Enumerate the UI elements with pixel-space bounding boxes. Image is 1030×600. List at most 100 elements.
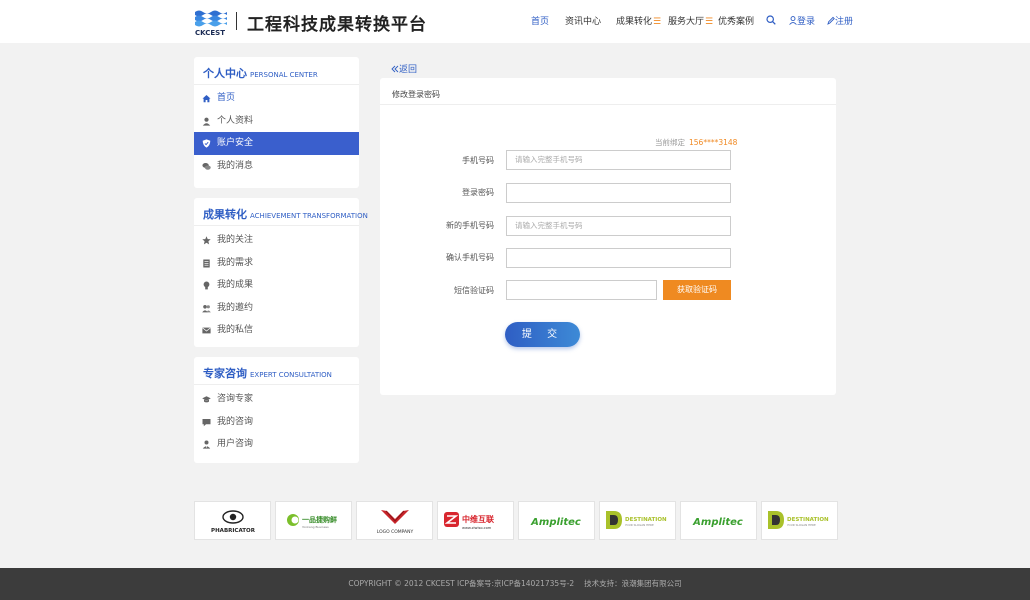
sidebar-item-my-consultations[interactable]: 我的咨询: [194, 411, 359, 434]
partner-name: LOGO COMPANY: [377, 529, 414, 535]
submit-button[interactable]: 提 交: [505, 322, 580, 347]
sidebar-item-label: 我的邀约: [217, 302, 254, 313]
phone-input[interactable]: 请输入完整手机号码: [506, 150, 731, 170]
bound-phone-info: 当前绑定 156****3148: [655, 137, 737, 148]
partner-sub: YOUR SLOGAN HERE: [787, 523, 816, 527]
nav-service-label: 服务大厅: [668, 17, 705, 27]
bound-phone: 156****3148: [689, 138, 738, 147]
login-link[interactable]: 登录: [789, 14, 815, 27]
partner-sub: Yonkang Business: [302, 525, 329, 529]
register-link[interactable]: 注册: [827, 14, 853, 27]
register-label: 注册: [835, 17, 854, 27]
achievement-card: 成果转化 ACHIEVEMENT TRANSFORMATION 我的关注 我的需求…: [194, 198, 368, 347]
search-icon[interactable]: [766, 15, 776, 25]
sidebar-item-label: 个人资料: [217, 115, 254, 126]
section-subtitle: PERSONAL CENTER: [250, 71, 318, 79]
sidebar-item-private-messages[interactable]: 我的私信: [194, 319, 359, 342]
user-icon: [789, 16, 797, 25]
partner-sub: YOUR SLOGAN HERE: [625, 523, 654, 527]
personal-center-card: 个人中心 PERSONAL CENTER 首页 个人资料 账户安全 我的消息: [194, 57, 359, 188]
partner-logo-amplitec-2[interactable]: Amplitec: [680, 501, 757, 540]
star-icon: [202, 236, 211, 245]
copyright-text: COPYRIGHT © 2012 CKCEST ICP备案号:京ICP备1402…: [348, 579, 575, 588]
sidebar-item-account-security[interactable]: 账户安全: [194, 132, 359, 155]
section-subtitle: EXPERT CONSULTATION: [250, 371, 332, 379]
sidebar-item-label: 首页: [217, 93, 236, 103]
nav-cases[interactable]: 优秀案例: [718, 14, 754, 27]
home-icon: [202, 95, 211, 103]
site-header: CKCEST 工程科技成果转换平台 首页 资讯中心 成果转化☰ 服务大厅☰ 优秀…: [0, 0, 1030, 43]
partner-logo-yipinjie[interactable]: 一品捷购鲜 Yonkang Business: [275, 501, 352, 540]
section-title: 个人中心: [203, 67, 247, 80]
sidebar-item-consult-expert[interactable]: 咨询专家: [194, 388, 359, 411]
expert-consultation-header: 专家咨询 EXPERT CONSULTATION: [194, 357, 359, 385]
new-phone-label: 新的手机号码: [446, 221, 494, 230]
nav-achievement[interactable]: 成果转化☰: [616, 14, 661, 27]
sidebar-item-label: 我的私信: [217, 325, 254, 335]
partner-logo-amplitec[interactable]: Amplitec: [518, 501, 595, 540]
partner-name: 中维互联: [462, 514, 494, 524]
partner-logo-phabricator[interactable]: PHABRICATOR: [194, 501, 271, 540]
sidebar-item-messages[interactable]: 我的消息: [194, 155, 359, 178]
confirm-phone-input[interactable]: [506, 248, 731, 268]
partner-logo-zhongwei[interactable]: 中维互联 www.ziwiso.com: [437, 501, 514, 540]
pencil-icon: [827, 16, 835, 25]
sidebar-item-follows[interactable]: 我的关注: [194, 229, 359, 252]
sidebar-item-label: 我的咨询: [217, 416, 254, 427]
double-chevron-left-icon: [391, 65, 399, 73]
personal-center-header: 个人中心 PERSONAL CENTER: [194, 57, 359, 85]
menu-icon: ☰: [705, 17, 714, 27]
achievement-header: 成果转化 ACHIEVEMENT TRANSFORMATION: [194, 198, 368, 226]
new-phone-input[interactable]: 请输入完整手机号码: [506, 216, 731, 236]
tech-support-text: 技术支持：浪潮集团有限公司: [584, 579, 682, 588]
partner-name: Amplitec: [530, 517, 581, 528]
sidebar-item-label: 咨询专家: [217, 394, 254, 404]
password-input[interactable]: [506, 183, 731, 203]
section-title: 专家咨询: [203, 367, 247, 380]
user-icon: [202, 117, 211, 126]
nav-home[interactable]: 首页: [531, 14, 549, 27]
panel-title: 修改登录密码: [380, 78, 836, 105]
sms-code-label: 短信验证码: [454, 286, 494, 295]
back-link[interactable]: 返回: [391, 62, 417, 75]
partner-logo-logo-company[interactable]: LOGO COMPANY: [356, 501, 433, 540]
nav-service[interactable]: 服务大厅☰: [668, 14, 713, 27]
partner-logo-destination-2[interactable]: DESTINATION YOUR SLOGAN HERE: [761, 501, 838, 540]
sidebar-item-home[interactable]: 首页: [194, 87, 359, 110]
sidebar-item-profile[interactable]: 个人资料: [194, 110, 359, 133]
partner-name: 一品捷购鲜: [302, 515, 337, 524]
comment-icon: [202, 418, 211, 426]
login-label: 登录: [797, 17, 816, 27]
bulb-icon: [203, 281, 210, 290]
main-nav: 首页 资讯中心 成果转化☰ 服务大厅☰ 优秀案例 登录 注册: [0, 14, 1030, 28]
sidebar-item-label: 我的成果: [217, 280, 254, 290]
users-icon: [202, 304, 211, 312]
password-label: 登录密码: [462, 188, 494, 197]
sidebar-item-invitations[interactable]: 我的邀约: [194, 297, 359, 320]
section-title: 成果转化: [203, 208, 247, 221]
sidebar-item-demands[interactable]: 我的需求: [194, 252, 359, 275]
sidebar-item-label: 我的需求: [217, 257, 254, 268]
document-icon: [203, 259, 210, 267]
nav-news[interactable]: 资讯中心: [565, 14, 601, 27]
sidebar-item-achievements[interactable]: 我的成果: [194, 274, 359, 297]
partner-sub: www.ziwiso.com: [462, 526, 492, 530]
mail-icon: [202, 327, 211, 334]
section-subtitle: ACHIEVEMENT TRANSFORMATION: [250, 212, 368, 220]
back-label: 返回: [399, 65, 418, 75]
sidebar-item-label: 账户安全: [217, 138, 254, 148]
shield-icon: [202, 139, 211, 148]
menu-icon: ☰: [653, 17, 662, 27]
change-password-panel: 修改登录密码 当前绑定 156****3148 手机号码 请输入完整手机号码 登录…: [380, 78, 836, 395]
phone-label: 手机号码: [462, 156, 494, 165]
partner-logo-destination[interactable]: DESTINATION YOUR SLOGAN HERE: [599, 501, 676, 540]
sidebar-item-label: 用户咨询: [217, 439, 254, 449]
sms-code-input[interactable]: [506, 280, 657, 300]
chat-icon: [202, 162, 211, 170]
graduation-cap-icon: [202, 396, 211, 403]
confirm-phone-label: 确认手机号码: [446, 253, 494, 262]
get-code-button[interactable]: 获取验证码: [663, 280, 731, 300]
bound-label: 当前绑定: [655, 138, 685, 147]
partner-name: PHABRICATOR: [211, 528, 256, 534]
sidebar-item-user-consultations[interactable]: 用户咨询: [194, 433, 359, 456]
